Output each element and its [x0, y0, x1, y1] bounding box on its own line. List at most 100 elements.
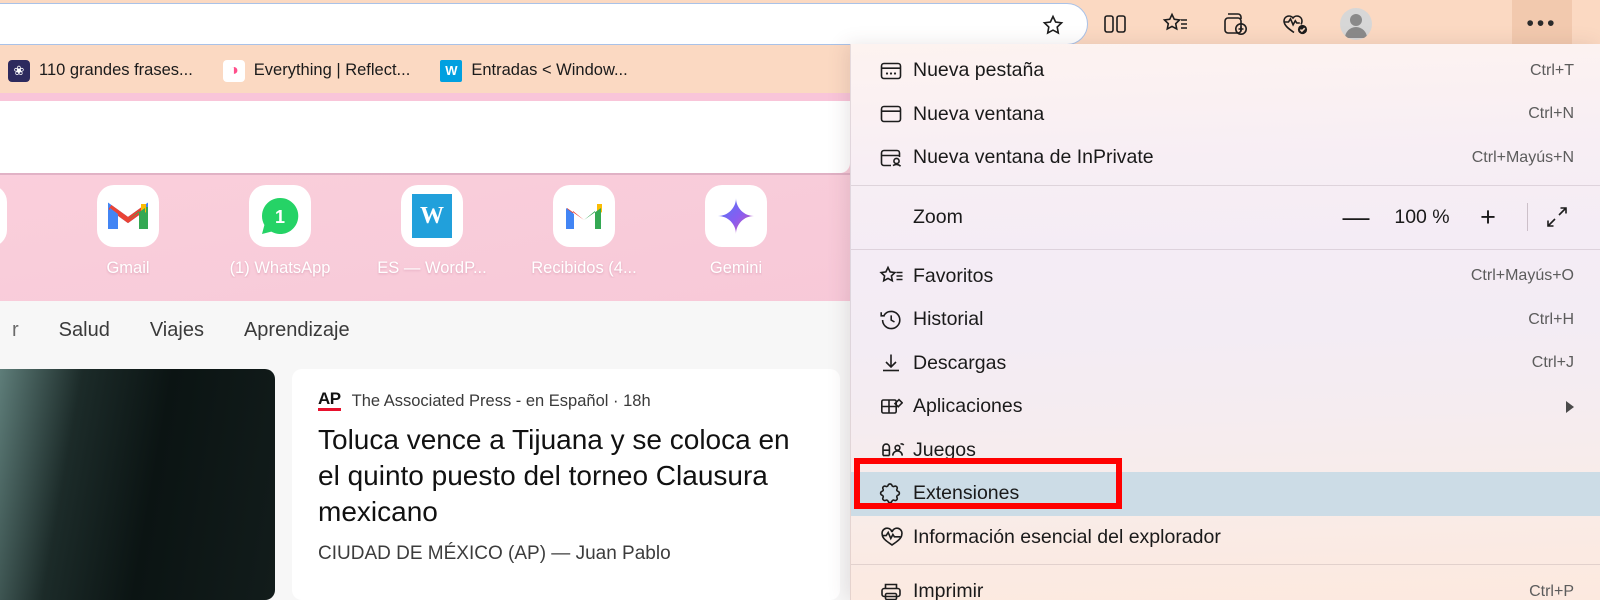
menu-item-imprimir[interactable]: Imprimir Ctrl+P [851, 570, 1600, 600]
menu-item-label: Aplicaciones [913, 395, 1023, 418]
shortcut-tile[interactable]: Gemini [660, 185, 812, 278]
screenshot-root: viaje Gmail [0, 0, 1600, 600]
menu-divider [851, 248, 1600, 250]
print-icon [879, 580, 913, 600]
wordpress-icon: W [401, 185, 463, 247]
whatsapp-icon: 1 [249, 185, 311, 247]
reflect-icon: ◑ [222, 59, 245, 82]
address-bar[interactable] [0, 3, 1088, 45]
news-tab-salud[interactable]: Salud [39, 319, 130, 342]
news-card[interactable]: AP The Associated Press - en Español · 1… [292, 369, 840, 600]
menu-item-informacion-esencial[interactable]: Información esencial del explorador [851, 516, 1600, 560]
menu-item-nueva-ventana[interactable]: Nueva ventana Ctrl+N [851, 93, 1600, 137]
menu-item-favoritos[interactable]: Favoritos Ctrl+Mayús+O [851, 255, 1600, 299]
news-tab-aprendizaje[interactable]: Aprendizaje [224, 319, 370, 342]
menu-item-shortcut: Ctrl+H [1528, 310, 1574, 328]
menu-item-label: Extensiones [913, 482, 1020, 505]
history-icon [879, 308, 913, 332]
zoom-out-button[interactable]: — [1333, 204, 1379, 231]
new-window-icon [879, 102, 913, 126]
brain-icon: ❀ [8, 59, 30, 82]
shortcut-tile[interactable]: viaje [0, 185, 52, 278]
zoom-value: 100 % [1394, 205, 1450, 228]
news-tab-viajes[interactable]: Viajes [130, 319, 224, 342]
menu-item-descargas[interactable]: Descargas Ctrl+J [851, 342, 1600, 386]
menu-item-label: Historial [913, 308, 984, 331]
news-thumbnail[interactable] [0, 369, 275, 600]
apps-icon [879, 395, 913, 419]
games-icon [879, 438, 913, 462]
menu-divider [851, 184, 1600, 186]
menu-item-label: Descargas [913, 351, 1007, 374]
ntp-divider [0, 173, 850, 175]
shortcut-label: Recibidos (4... [531, 259, 637, 277]
menu-item-aplicaciones[interactable]: Aplicaciones [851, 385, 1600, 429]
profile-avatar-icon[interactable] [1340, 8, 1372, 40]
menu-item-nueva-ventana-inprivate[interactable]: Nueva ventana de InPrivate Ctrl+Mayús+N [851, 136, 1600, 180]
menu-item-label: Favoritos [913, 264, 994, 287]
menu-item-historial[interactable]: Historial Ctrl+H [851, 298, 1600, 342]
extensions-icon [879, 482, 913, 506]
settings-and-more-menu: Nueva pestaña Ctrl+T Nueva ventana Ctrl+… [850, 44, 1600, 600]
wordpress-w-icon: W [440, 59, 463, 82]
browser-essentials-icon[interactable] [1280, 9, 1310, 39]
ntp-search-box[interactable] [0, 101, 850, 173]
chevron-right-icon [1566, 400, 1574, 413]
menu-item-label: Nueva ventana [913, 102, 1045, 125]
browser-toolbar: ••• [0, 0, 1600, 48]
collections-icon[interactable] [1220, 9, 1250, 39]
menu-item-shortcut: Ctrl+Mayús+O [1470, 267, 1574, 285]
menu-item-label: Nueva ventana de InPrivate [913, 146, 1154, 169]
shortcut-tile[interactable]: W ES — WordP... [356, 185, 508, 278]
news-source-text: The Associated Press - en Español · 18h [351, 391, 651, 410]
shortcut-label: Gmail [106, 259, 150, 277]
gmail-icon [97, 185, 159, 247]
zoom-controls: — 100 % + [1333, 203, 1574, 231]
favorites-list-icon[interactable] [1160, 9, 1190, 39]
fullscreen-icon[interactable] [1540, 205, 1574, 229]
favorite-label: Everything | Reflect... [253, 61, 411, 79]
menu-item-zoom: Zoom — 100 % + [851, 191, 1600, 244]
zoom-label: Zoom [913, 205, 963, 228]
menu-item-label: Juegos [913, 438, 976, 461]
favorite-item[interactable]: ❀ 110 grandes frases... [6, 56, 195, 86]
menu-item-label: Imprimir [913, 580, 984, 600]
menu-item-label: Información esencial del explorador [913, 525, 1221, 548]
zoom-divider [1527, 203, 1528, 231]
menu-item-juegos[interactable]: Juegos [851, 429, 1600, 473]
favorite-item[interactable]: ◑ Everything | Reflect... [221, 56, 413, 86]
favorite-label: 110 grandes frases... [39, 61, 193, 79]
menu-divider [851, 564, 1600, 565]
menu-item-shortcut: Ctrl+N [1528, 105, 1574, 123]
gemini-sparkle-icon [705, 185, 767, 247]
shortcut-label: ES — WordP... [377, 259, 487, 277]
shortcut-tile[interactable]: 1 (1) WhatsApp [204, 185, 356, 278]
shortcut-tiles: viaje Gmail [0, 185, 900, 285]
menu-item-shortcut: Ctrl+T [1530, 61, 1574, 79]
menu-item-label: Nueva pestaña [913, 59, 1045, 82]
downloads-icon [879, 351, 913, 375]
news-headline[interactable]: Toluca vence a Tijuana y se coloca en el… [318, 422, 814, 530]
menu-item-extensiones[interactable]: Extensiones [851, 472, 1600, 516]
zoom-in-button[interactable]: + [1465, 204, 1511, 231]
news-tab-partial[interactable]: r [0, 319, 39, 342]
settings-and-more-button[interactable]: ••• [1512, 0, 1572, 48]
menu-item-shortcut: Ctrl+J [1531, 354, 1574, 372]
favorite-item[interactable]: W Entradas < Window... [438, 56, 629, 86]
shortcut-label: (1) WhatsApp [229, 259, 331, 277]
shortcut-tile[interactable]: Recibidos (4... [508, 185, 660, 278]
shortcut-label: Gemini [709, 259, 763, 277]
inprivate-icon [879, 146, 913, 170]
news-source-row: AP The Associated Press - en Español · 1… [318, 390, 814, 411]
svg-text:1: 1 [275, 207, 285, 227]
menu-item-nueva-pestana[interactable]: Nueva pestaña Ctrl+T [851, 49, 1600, 93]
split-screen-icon[interactable] [1100, 9, 1130, 39]
browser-essentials-icon [879, 525, 913, 549]
menu-item-shortcut: Ctrl+Mayús+N [1471, 148, 1574, 166]
toolbar-icon-group [1100, 0, 1372, 48]
generic-site-icon [0, 185, 7, 247]
favorite-star-icon[interactable] [1041, 13, 1065, 37]
ap-logo-icon: AP [318, 390, 341, 411]
shortcut-tile[interactable]: Gmail [52, 185, 204, 278]
new-tab-icon [879, 59, 913, 83]
